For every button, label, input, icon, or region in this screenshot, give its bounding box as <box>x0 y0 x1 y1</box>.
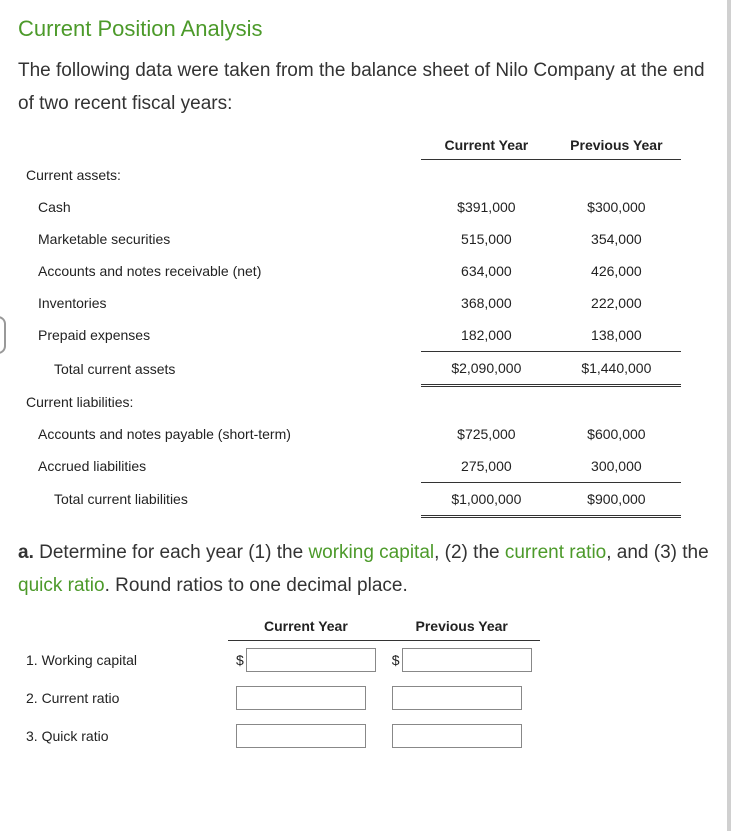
row-label: Accounts and notes payable (short-term) <box>18 418 421 450</box>
intro-text: The following data were taken from the b… <box>18 54 709 121</box>
page-title: Current Position Analysis <box>18 16 709 42</box>
ans-label-quick-ratio: 3. Quick ratio <box>18 717 228 755</box>
row-value-cy: 182,000 <box>421 319 551 352</box>
dollar-sign: $ <box>236 652 244 668</box>
ans-col-previous-year: Previous Year <box>384 612 540 641</box>
ans-label-working-capital: 1. Working capital <box>18 641 228 680</box>
input-quick-ratio-py[interactable] <box>392 724 522 748</box>
section-row: Current assets: <box>18 159 681 191</box>
answers-header-row: Current Year Previous Year <box>18 612 540 641</box>
term-working-capital: working capital <box>308 542 434 563</box>
q-text: Determine for each year (1) the <box>34 542 309 563</box>
row-label: Accounts and notes receivable (net) <box>18 255 421 287</box>
row-value-py: $300,000 <box>551 191 681 223</box>
section-header-assets: Current assets: <box>18 159 421 191</box>
total-label: Total current assets <box>18 352 421 386</box>
total-row: Total current assets $2,090,000 $1,440,0… <box>18 352 681 386</box>
balance-sheet-table: Current Year Previous Year Current asset… <box>18 131 681 518</box>
section-header-liabilities: Current liabilities: <box>18 386 421 418</box>
section-row: Current liabilities: <box>18 386 681 418</box>
answer-row: 2. Current ratio <box>18 679 540 717</box>
row-label: Inventories <box>18 287 421 319</box>
answer-row: 3. Quick ratio <box>18 717 540 755</box>
table-row: Marketable securities 515,000 354,000 <box>18 223 681 255</box>
total-value-py: $900,000 <box>551 482 681 516</box>
page-container: Current Position Analysis The following … <box>0 0 731 831</box>
q-text: , and (3) the <box>606 542 708 563</box>
row-label: Accrued liabilities <box>18 450 421 483</box>
table-row: Accrued liabilities 275,000 300,000 <box>18 450 681 483</box>
question-prefix: a. <box>18 542 34 563</box>
q-text: , (2) the <box>434 542 505 563</box>
row-value-py: 354,000 <box>551 223 681 255</box>
row-value-cy: 515,000 <box>421 223 551 255</box>
row-value-py: 138,000 <box>551 319 681 352</box>
total-value-py: $1,440,000 <box>551 352 681 386</box>
ans-col-current-year: Current Year <box>228 612 384 641</box>
row-value-py: $600,000 <box>551 418 681 450</box>
total-label: Total current liabilities <box>18 482 421 516</box>
row-value-py: 222,000 <box>551 287 681 319</box>
table-row: Inventories 368,000 222,000 <box>18 287 681 319</box>
row-label: Marketable securities <box>18 223 421 255</box>
table-row: Accounts and notes receivable (net) 634,… <box>18 255 681 287</box>
table-row: Prepaid expenses 182,000 138,000 <box>18 319 681 352</box>
input-working-capital-cy[interactable] <box>246 648 376 672</box>
side-tab-notch <box>0 316 6 354</box>
row-value-cy: $725,000 <box>421 418 551 450</box>
question-a: a. Determine for each year (1) the worki… <box>18 536 709 603</box>
input-quick-ratio-cy[interactable] <box>236 724 366 748</box>
table-row: Accounts and notes payable (short-term) … <box>18 418 681 450</box>
row-value-py: 300,000 <box>551 450 681 483</box>
col-header-current-year: Current Year <box>421 131 551 160</box>
total-value-cy: $1,000,000 <box>421 482 551 516</box>
row-value-py: 426,000 <box>551 255 681 287</box>
row-value-cy: $391,000 <box>421 191 551 223</box>
table-header-row: Current Year Previous Year <box>18 131 681 160</box>
col-header-previous-year: Previous Year <box>551 131 681 160</box>
ans-label-current-ratio: 2. Current ratio <box>18 679 228 717</box>
row-value-cy: 368,000 <box>421 287 551 319</box>
answers-table: Current Year Previous Year 1. Working ca… <box>18 612 540 755</box>
answer-row: 1. Working capital $ $ <box>18 641 540 680</box>
input-working-capital-py[interactable] <box>402 648 532 672</box>
input-current-ratio-cy[interactable] <box>236 686 366 710</box>
total-row: Total current liabilities $1,000,000 $90… <box>18 482 681 516</box>
dollar-sign: $ <box>392 652 400 668</box>
total-value-cy: $2,090,000 <box>421 352 551 386</box>
row-label: Cash <box>18 191 421 223</box>
row-label: Prepaid expenses <box>18 319 421 352</box>
term-quick-ratio: quick ratio <box>18 575 105 596</box>
q-text: . Round ratios to one decimal place. <box>105 575 408 596</box>
table-row: Cash $391,000 $300,000 <box>18 191 681 223</box>
term-current-ratio: current ratio <box>505 542 606 563</box>
row-value-cy: 634,000 <box>421 255 551 287</box>
input-current-ratio-py[interactable] <box>392 686 522 710</box>
row-value-cy: 275,000 <box>421 450 551 483</box>
